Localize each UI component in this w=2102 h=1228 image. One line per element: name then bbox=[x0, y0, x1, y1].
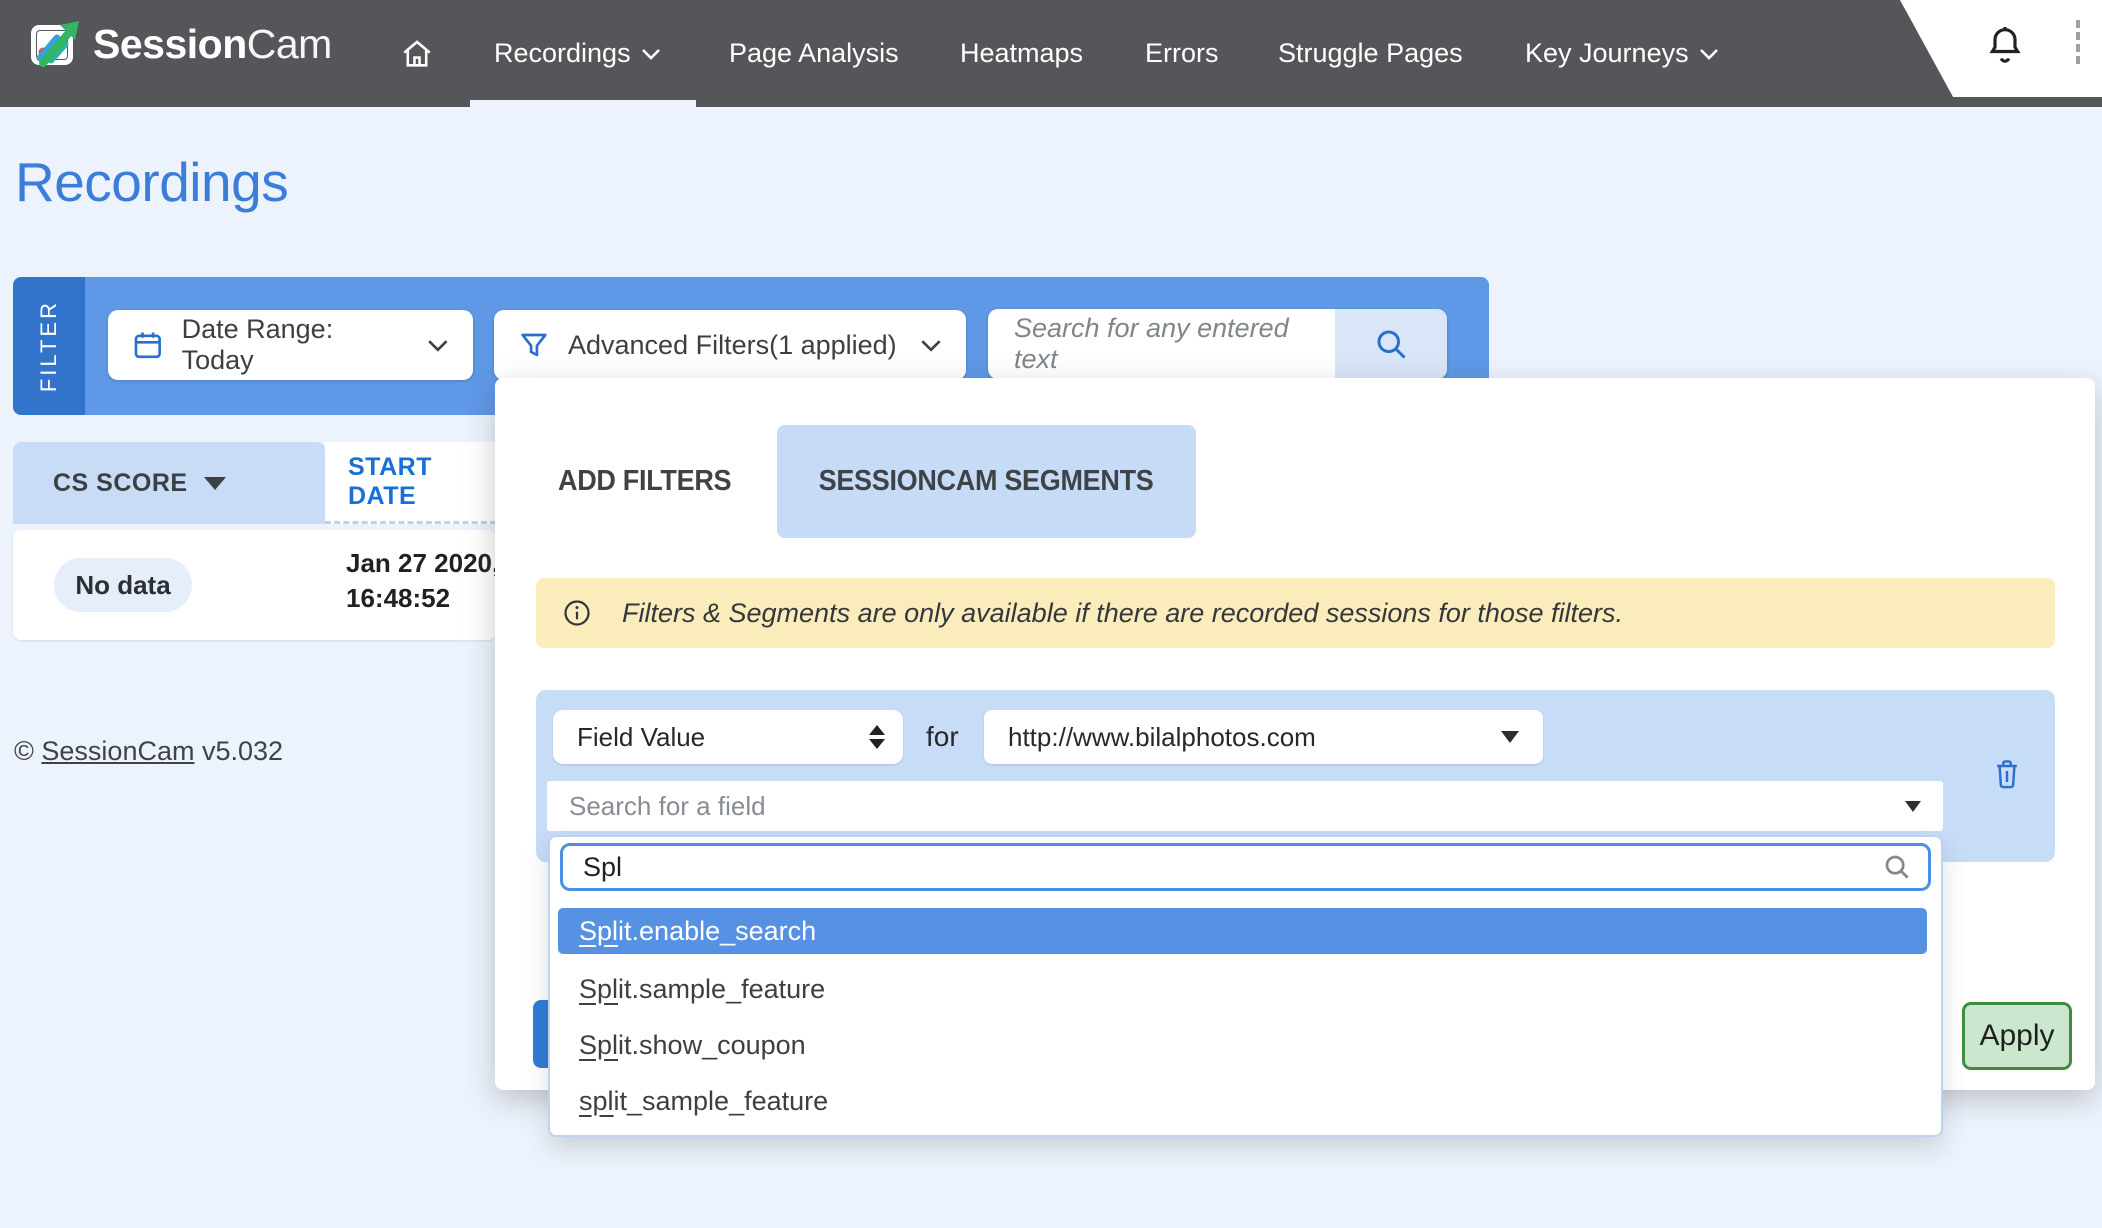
nav-item-errors[interactable]: Errors bbox=[1145, 0, 1219, 107]
field-combo-box[interactable]: Search for a field bbox=[547, 781, 1943, 831]
field-autocomplete-popup: Spl Split.enable_search Split.sample_fea… bbox=[548, 835, 1943, 1137]
nav-item-page-analysis[interactable]: Page Analysis bbox=[729, 0, 899, 107]
info-banner: Filters & Segments are only available if… bbox=[536, 578, 2055, 648]
advanced-filters-button[interactable]: Advanced Filters(1 applied) bbox=[494, 310, 966, 380]
info-banner-text: Filters & Segments are only available if… bbox=[622, 598, 1623, 629]
bell-icon bbox=[1985, 24, 2025, 68]
sort-desc-icon bbox=[204, 477, 226, 490]
notifications-button[interactable] bbox=[1985, 24, 2025, 68]
chevron-down-icon bbox=[641, 48, 661, 60]
info-icon bbox=[562, 598, 592, 628]
chevron-down-icon bbox=[427, 339, 449, 352]
target-site-select[interactable]: http://www.bilalphotos.com bbox=[984, 710, 1543, 764]
start-date-header-label: START DATE bbox=[348, 453, 496, 511]
field-type-value: Field Value bbox=[577, 722, 869, 753]
cs-score-badge: No data bbox=[54, 558, 192, 612]
search-icon bbox=[1373, 326, 1409, 362]
chevron-down-icon bbox=[920, 339, 942, 352]
session-search-input[interactable]: Search for any entered text bbox=[988, 313, 1335, 375]
delete-filter-button[interactable] bbox=[1992, 758, 2022, 790]
nav-item-label: Recordings bbox=[494, 38, 631, 69]
date-range-button[interactable]: Date Range: Today bbox=[108, 310, 473, 380]
nav-item-heatmaps[interactable]: Heatmaps bbox=[960, 0, 1083, 107]
field-search-input[interactable]: Spl bbox=[560, 843, 1931, 891]
search-button[interactable] bbox=[1335, 309, 1447, 379]
apply-button[interactable]: Apply bbox=[1962, 1002, 2072, 1070]
search-icon bbox=[1882, 852, 1912, 882]
nav-item-key-journeys[interactable]: Key Journeys bbox=[1525, 0, 1719, 107]
start-date-value: Jan 27 2020, 16:48:52 bbox=[346, 546, 499, 616]
column-header-cs-score[interactable]: CS SCORE bbox=[13, 442, 325, 524]
tab-add-filters[interactable]: ADD FILTERS bbox=[558, 458, 744, 504]
chevron-down-icon bbox=[1699, 48, 1719, 60]
autocomplete-option-1[interactable]: Split.enable_search bbox=[558, 908, 1927, 954]
nav-item-label: Page Analysis bbox=[729, 38, 899, 69]
field-type-select[interactable]: Field Value bbox=[553, 710, 903, 764]
column-header-start-date[interactable]: START DATE bbox=[325, 442, 496, 524]
nav-item-label: Key Journeys bbox=[1525, 38, 1689, 69]
sessioncam-link[interactable]: SessionCam bbox=[41, 736, 194, 766]
nav-item-struggle-pages[interactable]: Struggle Pages bbox=[1278, 0, 1463, 107]
top-nav: SessionCam Recordings Page Analysis Heat… bbox=[0, 0, 2102, 107]
cs-score-header-label: CS SCORE bbox=[53, 469, 188, 498]
filter-funnel-icon bbox=[518, 329, 550, 361]
nav-item-label: Struggle Pages bbox=[1278, 38, 1463, 69]
autocomplete-option-4[interactable]: split_sample_feature bbox=[558, 1078, 1927, 1124]
trash-icon bbox=[1992, 758, 2022, 790]
session-search-box: Search for any entered text bbox=[988, 309, 1447, 379]
nav-item-recordings[interactable]: Recordings bbox=[494, 0, 661, 107]
app-screen: SessionCam Recordings Page Analysis Heat… bbox=[0, 0, 2102, 1228]
add-filters-tab-label: ADD FILTERS bbox=[558, 465, 731, 498]
connector-label: for bbox=[926, 721, 959, 753]
brand-wordmark: SessionCam bbox=[93, 21, 332, 68]
nav-item-label: Errors bbox=[1145, 38, 1219, 69]
panel-caret bbox=[502, 362, 536, 379]
date-range-label: Date Range: Today bbox=[182, 314, 410, 376]
field-combo-placeholder: Search for a field bbox=[569, 791, 1905, 822]
sessioncam-logo-icon bbox=[27, 17, 81, 71]
nav-home[interactable] bbox=[400, 0, 434, 107]
page-title: Recordings bbox=[15, 150, 288, 214]
autocomplete-option-2[interactable]: Split.sample_feature bbox=[558, 966, 1927, 1012]
field-search-query: Spl bbox=[583, 852, 1882, 883]
brand-logo[interactable]: SessionCam bbox=[27, 17, 332, 71]
filter-tab-label: FILTER bbox=[36, 300, 62, 392]
target-site-value: http://www.bilalphotos.com bbox=[1008, 722, 1501, 753]
autocomplete-option-3[interactable]: Split.show_coupon bbox=[558, 1022, 1927, 1068]
advanced-filters-label: Advanced Filters(1 applied) bbox=[568, 330, 897, 361]
more-menu-indicator[interactable] bbox=[2076, 20, 2080, 64]
active-nav-indicator bbox=[470, 100, 696, 107]
select-spinner-icon bbox=[869, 725, 885, 749]
dropdown-arrow-icon bbox=[1905, 801, 1921, 812]
calendar-icon bbox=[132, 329, 164, 361]
dropdown-arrow-icon bbox=[1501, 731, 1519, 743]
nav-item-label: Heatmaps bbox=[960, 38, 1083, 69]
home-icon bbox=[400, 37, 434, 71]
filter-side-tab[interactable]: FILTER bbox=[13, 277, 85, 415]
tab-sessioncam-segments[interactable]: SESSIONCAM SEGMENTS bbox=[777, 425, 1196, 538]
segments-tab-label: SESSIONCAM SEGMENTS bbox=[819, 465, 1154, 498]
footer-copyright: © SessionCam v5.032 bbox=[14, 736, 283, 767]
table-row[interactable]: No data Jan 27 2020, 16:48:52 bbox=[13, 530, 496, 640]
